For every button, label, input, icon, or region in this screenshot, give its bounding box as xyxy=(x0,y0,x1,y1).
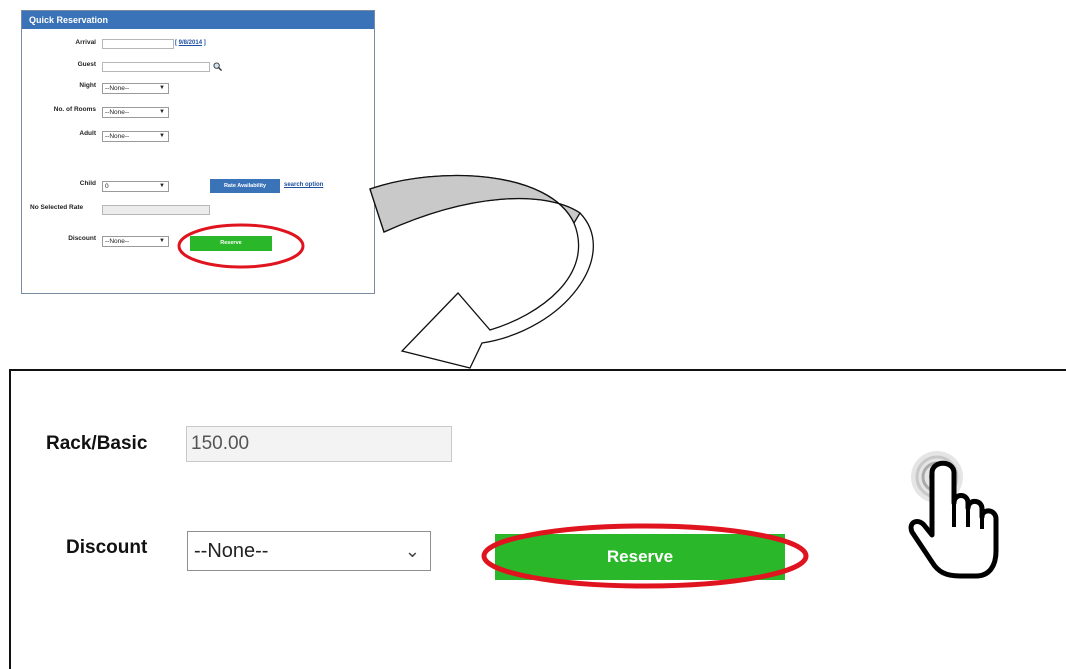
selected-rate-field xyxy=(102,205,210,215)
rooms-select[interactable]: --None-- ▼ xyxy=(102,107,169,118)
discount-select-value: --None-- xyxy=(194,540,269,562)
rooms-select-value: --None-- xyxy=(105,109,130,116)
search-option-link[interactable]: search option xyxy=(284,182,323,188)
guest-input[interactable] xyxy=(102,62,210,72)
night-select-value: --None-- xyxy=(105,85,130,92)
chevron-down-icon: ⌄ xyxy=(404,541,420,561)
discount-select-value: --None-- xyxy=(105,238,130,245)
night-select[interactable]: --None-- ▼ xyxy=(102,83,169,94)
adult-select-value: --None-- xyxy=(105,133,130,140)
discount-label: Discount xyxy=(66,537,148,558)
chevron-down-icon: ▼ xyxy=(159,109,165,115)
curved-arrow-icon xyxy=(369,174,594,369)
arrival-date-link[interactable]: [ 9/8/2014 ] xyxy=(175,40,206,46)
child-label: Child xyxy=(79,180,96,187)
chevron-down-icon: ▼ xyxy=(159,85,165,91)
rate-availability-button[interactable]: Rate Availability xyxy=(210,179,280,193)
chevron-down-icon: ▼ xyxy=(159,133,165,139)
panel-title: Quick Reservation xyxy=(22,11,374,29)
search-option-text[interactable]: search option xyxy=(284,182,323,188)
rack-basic-input[interactable]: 150.00 xyxy=(186,426,452,462)
child-select-value: 0 xyxy=(105,183,109,190)
arrival-input[interactable] xyxy=(102,39,174,49)
hand-pointer-icon xyxy=(908,451,999,579)
discount-label: Discount xyxy=(68,235,96,242)
highlight-ellipse xyxy=(481,523,809,589)
magnifier-icon[interactable] xyxy=(213,62,222,71)
highlight-ellipse xyxy=(177,223,305,269)
arrival-date-text[interactable]: 9/8/2014 xyxy=(179,40,202,46)
chevron-down-icon: ▼ xyxy=(159,238,165,244)
chevron-down-icon: ▼ xyxy=(159,183,165,189)
adult-label: Adult xyxy=(79,130,96,137)
discount-select[interactable]: --None-- ⌄ xyxy=(187,531,431,571)
rack-basic-label: Rack/Basic xyxy=(46,433,148,454)
guest-label: Guest xyxy=(77,61,96,68)
discount-select[interactable]: --None-- ▼ xyxy=(102,236,169,247)
arrival-label: Arrival xyxy=(75,39,96,46)
rooms-label: No. of Rooms xyxy=(53,106,96,113)
night-label: Night xyxy=(79,82,96,89)
adult-select[interactable]: --None-- ▼ xyxy=(102,131,169,142)
child-select[interactable]: 0 ▼ xyxy=(102,181,169,192)
